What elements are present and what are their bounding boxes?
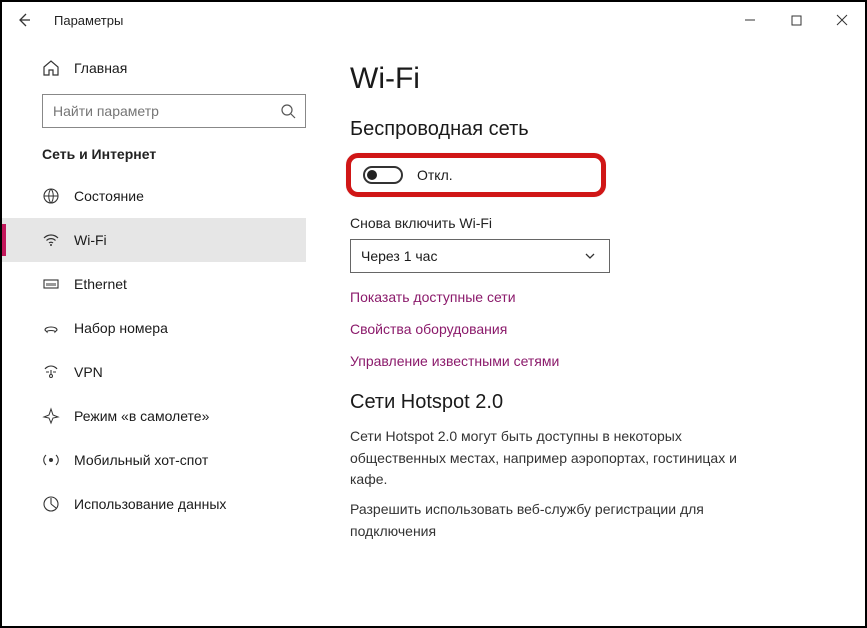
wifi-toggle[interactable] <box>363 166 403 184</box>
sidebar-item-status[interactable]: Состояние <box>2 174 306 218</box>
home-icon <box>42 59 60 77</box>
sidebar-item-vpn[interactable]: VPN <box>2 350 306 394</box>
search-input-wrap[interactable] <box>42 94 306 128</box>
home-link[interactable]: Главная <box>42 48 306 88</box>
hotspot-allow-text: Разрешить использовать веб-службу регист… <box>350 499 770 542</box>
sidebar-item-label: Набор номера <box>74 320 168 336</box>
minimize-icon <box>744 14 756 26</box>
sidebar-item-label: Использование данных <box>74 496 226 512</box>
reenable-label: Снова включить Wi-Fi <box>350 215 835 231</box>
sidebar-item-datausage[interactable]: Использование данных <box>2 482 306 526</box>
hotspot-description: Сети Hotspot 2.0 могут быть доступны в н… <box>350 426 770 491</box>
sidebar-item-label: Режим «в самолете» <box>74 408 209 424</box>
globe-icon <box>42 187 60 205</box>
hotspot-heading: Сети Hotspot 2.0 <box>350 391 835 414</box>
sidebar-item-ethernet[interactable]: Ethernet <box>2 262 306 306</box>
search-input[interactable] <box>51 102 279 120</box>
search-icon <box>279 102 297 120</box>
back-button[interactable] <box>14 10 34 30</box>
arrow-left-icon <box>16 12 32 28</box>
sidebar-item-label: Ethernet <box>74 276 127 292</box>
link-available-networks[interactable]: Показать доступные сети <box>350 289 835 305</box>
chevron-down-icon <box>581 247 599 265</box>
reenable-value: Через 1 час <box>361 248 437 264</box>
sidebar-item-wifi[interactable]: Wi-Fi <box>2 218 306 262</box>
page-title: Wi-Fi <box>350 62 835 96</box>
sidebar: Главная Сеть и Интернет Состояние <box>2 38 320 626</box>
hotspot-icon <box>42 451 60 469</box>
sidebar-item-airplane[interactable]: Режим «в самолете» <box>2 394 306 438</box>
wifi-toggle-label: Откл. <box>417 167 453 183</box>
close-button[interactable] <box>819 4 865 36</box>
main-panel: Wi-Fi Беспроводная сеть Откл. Снова вклю… <box>320 38 865 626</box>
home-label: Главная <box>74 60 127 76</box>
titlebar: Параметры <box>2 2 865 38</box>
dialup-icon <box>42 319 60 337</box>
ethernet-icon <box>42 275 60 293</box>
link-known-networks[interactable]: Управление известными сетями <box>350 353 835 369</box>
wifi-icon <box>42 231 60 249</box>
close-icon <box>836 14 848 26</box>
minimize-button[interactable] <box>727 4 773 36</box>
wireless-heading: Беспроводная сеть <box>350 118 835 141</box>
sidebar-item-label: VPN <box>74 364 103 380</box>
category-heading: Сеть и Интернет <box>42 146 306 162</box>
maximize-icon <box>791 15 802 26</box>
maximize-button[interactable] <box>773 4 819 36</box>
sidebar-item-label: Состояние <box>74 188 144 204</box>
sidebar-nav: Состояние Wi-Fi Ethernet <box>2 174 306 526</box>
wifi-toggle-callout: Откл. <box>346 153 606 197</box>
data-usage-icon <box>42 495 60 513</box>
link-hardware-properties[interactable]: Свойства оборудования <box>350 321 835 337</box>
window-title: Параметры <box>54 13 123 28</box>
airplane-icon <box>42 407 60 425</box>
sidebar-item-label: Wi-Fi <box>74 232 107 248</box>
sidebar-item-label: Мобильный хот-спот <box>74 452 208 468</box>
vpn-icon <box>42 363 60 381</box>
sidebar-item-dialup[interactable]: Набор номера <box>2 306 306 350</box>
sidebar-item-hotspot[interactable]: Мобильный хот-спот <box>2 438 306 482</box>
reenable-select[interactable]: Через 1 час <box>350 239 610 273</box>
